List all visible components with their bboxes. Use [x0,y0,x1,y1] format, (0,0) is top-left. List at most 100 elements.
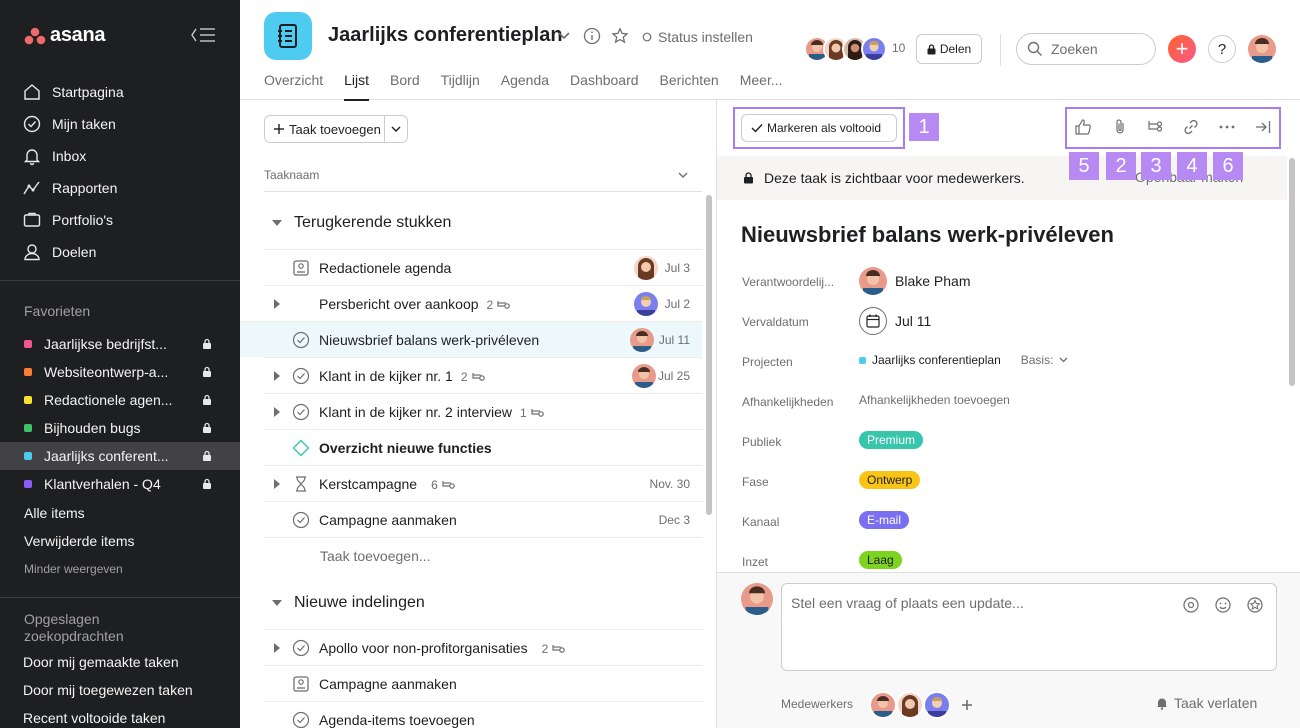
caret-right-icon[interactable] [274,479,280,489]
list-scrollbar[interactable] [706,195,712,515]
field-phase[interactable]: Ontwerp [859,471,921,489]
task-row[interactable]: Campagne aanmaken Dec 3 [264,501,702,537]
task-row[interactable]: Kerstcampagne 6 Nov. 30 [264,465,702,501]
collaborator-avatar[interactable] [896,691,924,719]
field-effort[interactable]: Laag [859,551,902,569]
mark-complete-button[interactable]: Markeren als voltooid [741,114,897,142]
nav-home[interactable]: Startpagina [22,76,232,108]
chevron-down-icon[interactable] [557,31,571,41]
due-date[interactable]: Jul 25 [658,369,690,383]
detail-scrollbar[interactable] [1289,158,1295,386]
project-members[interactable] [804,36,887,62]
due-date[interactable]: Jul 11 [659,333,690,347]
nav-inbox[interactable]: Inbox [22,140,232,172]
tab-messages[interactable]: Berichten [660,72,719,100]
field-assignee[interactable]: Blake Pham [859,267,970,295]
collaborator-avatar[interactable] [869,691,897,719]
tab-more[interactable]: Meer... [740,72,783,100]
caret-right-icon[interactable] [274,371,280,381]
saved-search-item[interactable]: Recent voltooide taken [23,710,165,726]
tab-list[interactable]: Lijst [344,72,369,101]
favorite-item[interactable]: Klantverhalen - Q4 [0,470,240,498]
favorite-item[interactable]: Jaarlijkse bedrijfst... [0,330,240,358]
subtask-icon[interactable] [1146,118,1164,136]
tab-timeline[interactable]: Tijdlijn [441,72,480,100]
attachment-icon[interactable] [1111,118,1129,136]
star-icon[interactable] [611,27,629,45]
search-input[interactable]: Zoeken [1016,33,1156,65]
nav-goals[interactable]: Doelen [22,236,232,268]
caret-right-icon[interactable] [274,299,280,309]
nav-reports[interactable]: Rapporten [22,172,232,204]
column-header[interactable]: Taaknaam [264,159,702,192]
task-row[interactable]: Campagne aanmaken [264,665,702,701]
nav-portfolios[interactable]: Portfolio's [22,204,232,236]
task-row[interactable]: Klant in de kijker nr. 2 interview 1 [264,393,702,429]
link-icon[interactable] [1182,118,1200,136]
add-task-button[interactable]: Taak toevoegen [265,116,385,142]
favorite-item[interactable]: Redactionele agen... [0,386,240,414]
info-icon[interactable] [583,27,601,45]
task-row[interactable]: Apollo voor non-profitorganisaties 2 [264,629,702,665]
close-pane-icon[interactable] [1254,118,1272,136]
tab-overview[interactable]: Overzicht [264,72,323,100]
field-channel[interactable]: E-mail [859,511,910,529]
due-date[interactable]: Jul 2 [665,297,690,311]
collaborator-avatar[interactable] [923,691,951,719]
like-icon[interactable] [1074,118,1092,136]
task-row[interactable]: Redactionele agenda Jul 3 [264,249,702,285]
saved-search-item[interactable]: Door mij gemaakte taken [23,654,179,670]
assignee-avatar[interactable] [634,292,658,316]
appreciation-star-icon[interactable] [1246,596,1264,614]
user-avatar[interactable] [1248,35,1276,63]
project-title[interactable]: Jaarlijks conferentieplan [328,24,563,47]
add-collaborator-icon[interactable] [961,699,973,711]
favorite-item[interactable]: Websiteontwerp-a... [0,358,240,386]
field-audience[interactable]: Premium [859,431,924,449]
favorite-item-active[interactable]: Jaarlijks conferent... [0,442,240,470]
quick-add-button[interactable]: + [1168,35,1196,63]
add-dependencies-button[interactable]: Afhankelijkheden toevoegen [859,393,1010,407]
due-date[interactable]: Jul 3 [665,261,690,275]
task-row[interactable]: Klant in de kijker nr. 1 2 Jul 25 [264,357,702,393]
field-projects[interactable]: Jaarlijks conferentieplan Basis: [859,353,1068,367]
assignee-avatar[interactable] [632,364,656,388]
assignee-avatar[interactable] [630,328,654,352]
more-icon[interactable] [1217,118,1237,136]
emoji-icon[interactable] [1214,596,1232,614]
show-less-link[interactable]: Minder weergeven [24,562,123,576]
share-button[interactable]: Delen [916,34,982,64]
task-row[interactable]: Persbericht over aankoop 2 Jul 2 [264,285,702,321]
help-button[interactable]: ? [1208,35,1236,63]
due-date[interactable]: Nov. 30 [650,477,690,491]
project-icon[interactable] [264,12,312,60]
task-row[interactable]: Overzicht nieuwe functies [264,429,702,465]
tab-board[interactable]: Bord [390,72,420,100]
task-row-selected[interactable]: Nieuwsbrief balans werk-privéleven Jul 1… [240,321,702,357]
caret-right-icon[interactable] [274,407,280,417]
tab-calendar[interactable]: Agenda [501,72,549,100]
asana-logo[interactable]: asana [24,24,106,47]
caret-right-icon[interactable] [274,643,280,653]
add-task-dropdown[interactable] [385,126,407,133]
due-date[interactable]: Dec 3 [659,513,690,527]
favorites-title[interactable]: Favorieten [24,303,90,319]
field-due-date[interactable]: Jul 11 [859,307,931,335]
nav-my-tasks[interactable]: Mijn taken [22,108,232,140]
tab-dashboard[interactable]: Dashboard [570,72,639,100]
section-header[interactable]: Nieuwe indelingen [272,594,425,612]
project-section-select[interactable]: Basis: [1021,353,1054,367]
assignee-avatar[interactable] [634,256,658,280]
add-task-inline[interactable]: Taak toevoegen... [320,548,431,564]
favorite-item[interactable]: Bijhouden bugs [0,414,240,442]
section-header[interactable]: Terugkerende stukken [272,214,451,232]
mention-icon[interactable] [1182,596,1200,614]
saved-search-item[interactable]: Door mij toegewezen taken [23,682,193,698]
collapse-sidebar-icon[interactable] [190,26,216,44]
task-row[interactable]: Agenda-items toevoegen [264,701,702,728]
task-title[interactable]: Nieuwsbrief balans werk-privéleven [741,222,1114,248]
comment-input[interactable]: Stel een vraag of plaats een update... [781,583,1277,671]
all-items-link[interactable]: Alle items [24,505,85,521]
leave-task-button[interactable]: Taak verlaten [1155,695,1257,711]
deleted-items-link[interactable]: Verwijderde items [24,533,135,549]
